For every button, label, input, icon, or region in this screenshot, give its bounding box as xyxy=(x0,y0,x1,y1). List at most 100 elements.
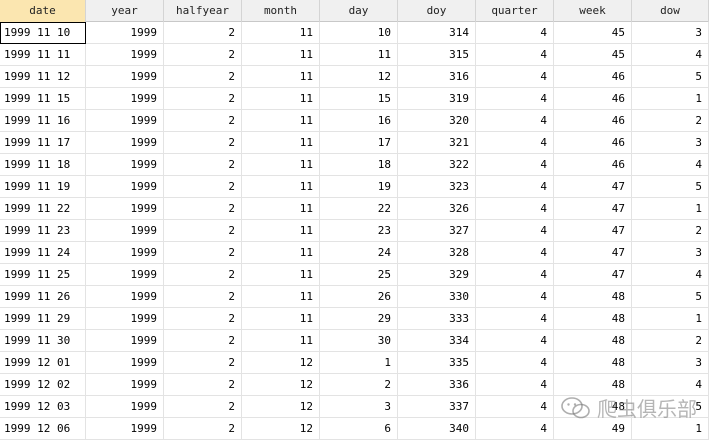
cell-doy[interactable]: 319 xyxy=(398,88,476,110)
cell-halfyear[interactable]: 2 xyxy=(164,286,242,308)
cell-day[interactable]: 11 xyxy=(320,44,398,66)
cell-week[interactable]: 47 xyxy=(554,176,632,198)
cell-month[interactable]: 11 xyxy=(242,176,320,198)
cell-week[interactable]: 46 xyxy=(554,132,632,154)
cell-doy[interactable]: 329 xyxy=(398,264,476,286)
cell-month[interactable]: 11 xyxy=(242,66,320,88)
cell-week[interactable]: 47 xyxy=(554,242,632,264)
cell-year[interactable]: 1999 xyxy=(86,44,164,66)
cell-week[interactable]: 48 xyxy=(554,352,632,374)
cell-quarter[interactable]: 4 xyxy=(476,418,554,440)
cell-dow[interactable]: 5 xyxy=(632,66,709,88)
cell-doy[interactable]: 320 xyxy=(398,110,476,132)
cell-month[interactable]: 12 xyxy=(242,374,320,396)
cell-doy[interactable]: 340 xyxy=(398,418,476,440)
cell-doy[interactable]: 315 xyxy=(398,44,476,66)
cell-dow[interactable]: 4 xyxy=(632,264,709,286)
column-header-day[interactable]: day xyxy=(320,0,398,22)
cell-quarter[interactable]: 4 xyxy=(476,132,554,154)
cell-year[interactable]: 1999 xyxy=(86,198,164,220)
cell-month[interactable]: 11 xyxy=(242,198,320,220)
cell-quarter[interactable]: 4 xyxy=(476,286,554,308)
cell-quarter[interactable]: 4 xyxy=(476,308,554,330)
cell-dow[interactable]: 5 xyxy=(632,286,709,308)
cell-day[interactable]: 19 xyxy=(320,176,398,198)
cell-halfyear[interactable]: 2 xyxy=(164,22,242,44)
column-header-year[interactable]: year xyxy=(86,0,164,22)
cell-week[interactable]: 48 xyxy=(554,374,632,396)
cell-halfyear[interactable]: 2 xyxy=(164,330,242,352)
cell-doy[interactable]: 321 xyxy=(398,132,476,154)
cell-dow[interactable]: 3 xyxy=(632,132,709,154)
cell-dow[interactable]: 3 xyxy=(632,22,709,44)
cell-dow[interactable]: 3 xyxy=(632,352,709,374)
column-header-month[interactable]: month xyxy=(242,0,320,22)
cell-date[interactable]: 1999 11 25 xyxy=(0,264,86,286)
cell-quarter[interactable]: 4 xyxy=(476,220,554,242)
cell-year[interactable]: 1999 xyxy=(86,374,164,396)
cell-dow[interactable]: 1 xyxy=(632,418,709,440)
cell-halfyear[interactable]: 2 xyxy=(164,132,242,154)
cell-week[interactable]: 48 xyxy=(554,286,632,308)
cell-month[interactable]: 11 xyxy=(242,220,320,242)
cell-halfyear[interactable]: 2 xyxy=(164,264,242,286)
cell-doy[interactable]: 316 xyxy=(398,66,476,88)
cell-date[interactable]: 1999 12 03 xyxy=(0,396,86,418)
cell-doy[interactable]: 314 xyxy=(398,22,476,44)
cell-week[interactable]: 47 xyxy=(554,264,632,286)
cell-month[interactable]: 11 xyxy=(242,242,320,264)
cell-week[interactable]: 47 xyxy=(554,198,632,220)
cell-quarter[interactable]: 4 xyxy=(476,44,554,66)
cell-halfyear[interactable]: 2 xyxy=(164,374,242,396)
cell-date[interactable]: 1999 11 12 xyxy=(0,66,86,88)
cell-date[interactable]: 1999 11 15 xyxy=(0,88,86,110)
cell-day[interactable]: 6 xyxy=(320,418,398,440)
cell-quarter[interactable]: 4 xyxy=(476,352,554,374)
cell-year[interactable]: 1999 xyxy=(86,88,164,110)
cell-day[interactable]: 23 xyxy=(320,220,398,242)
cell-halfyear[interactable]: 2 xyxy=(164,352,242,374)
cell-halfyear[interactable]: 2 xyxy=(164,154,242,176)
cell-halfyear[interactable]: 2 xyxy=(164,44,242,66)
column-header-doy[interactable]: doy xyxy=(398,0,476,22)
cell-dow[interactable]: 5 xyxy=(632,396,709,418)
column-header-halfyear[interactable]: halfyear xyxy=(164,0,242,22)
cell-halfyear[interactable]: 2 xyxy=(164,176,242,198)
cell-halfyear[interactable]: 2 xyxy=(164,418,242,440)
cell-dow[interactable]: 4 xyxy=(632,44,709,66)
cell-doy[interactable]: 334 xyxy=(398,330,476,352)
cell-day[interactable]: 3 xyxy=(320,396,398,418)
cell-doy[interactable]: 337 xyxy=(398,396,476,418)
cell-month[interactable]: 11 xyxy=(242,308,320,330)
cell-week[interactable]: 45 xyxy=(554,22,632,44)
cell-quarter[interactable]: 4 xyxy=(476,264,554,286)
cell-week[interactable]: 46 xyxy=(554,66,632,88)
cell-month[interactable]: 11 xyxy=(242,330,320,352)
cell-year[interactable]: 1999 xyxy=(86,242,164,264)
cell-year[interactable]: 1999 xyxy=(86,418,164,440)
cell-date[interactable]: 1999 11 29 xyxy=(0,308,86,330)
cell-dow[interactable]: 4 xyxy=(632,374,709,396)
cell-date[interactable]: 1999 12 01 xyxy=(0,352,86,374)
cell-quarter[interactable]: 4 xyxy=(476,154,554,176)
cell-year[interactable]: 1999 xyxy=(86,286,164,308)
cell-halfyear[interactable]: 2 xyxy=(164,242,242,264)
cell-year[interactable]: 1999 xyxy=(86,132,164,154)
cell-year[interactable]: 1999 xyxy=(86,308,164,330)
cell-doy[interactable]: 336 xyxy=(398,374,476,396)
cell-quarter[interactable]: 4 xyxy=(476,242,554,264)
cell-quarter[interactable]: 4 xyxy=(476,22,554,44)
cell-doy[interactable]: 333 xyxy=(398,308,476,330)
cell-month[interactable]: 11 xyxy=(242,154,320,176)
column-header-week[interactable]: week xyxy=(554,0,632,22)
cell-dow[interactable]: 4 xyxy=(632,154,709,176)
cell-day[interactable]: 16 xyxy=(320,110,398,132)
cell-month[interactable]: 11 xyxy=(242,88,320,110)
cell-date[interactable]: 1999 11 16 xyxy=(0,110,86,132)
cell-dow[interactable]: 1 xyxy=(632,88,709,110)
cell-doy[interactable]: 328 xyxy=(398,242,476,264)
cell-quarter[interactable]: 4 xyxy=(476,396,554,418)
cell-year[interactable]: 1999 xyxy=(86,396,164,418)
cell-week[interactable]: 46 xyxy=(554,88,632,110)
cell-week[interactable]: 47 xyxy=(554,220,632,242)
